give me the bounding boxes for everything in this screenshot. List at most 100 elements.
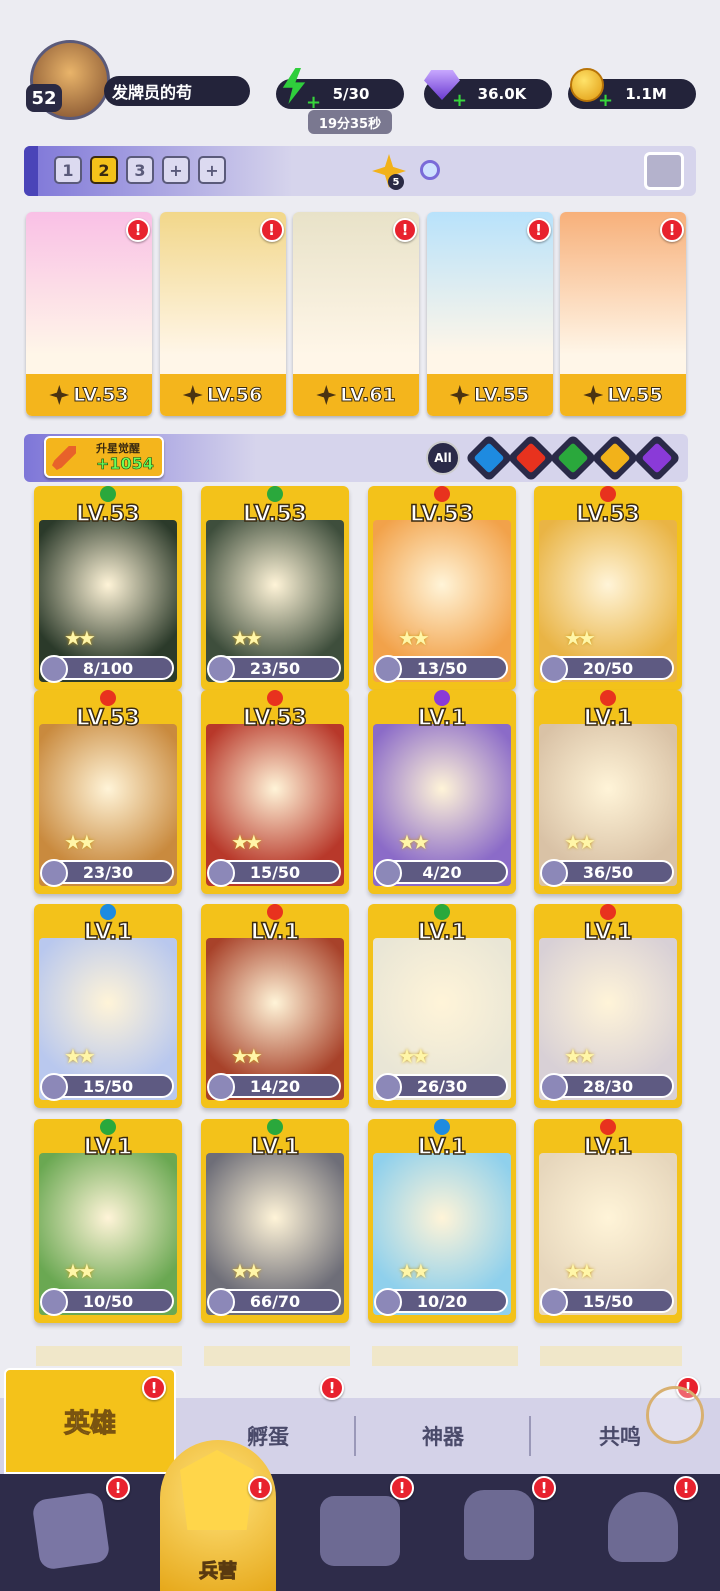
filter-water-swatch: [473, 442, 505, 474]
shard-icon: [40, 859, 68, 887]
search-icon[interactable]: [420, 160, 440, 180]
team-tab-3[interactable]: 3: [126, 156, 154, 184]
hero-card[interactable]: LV.1 ★★ 4/20: [368, 690, 516, 894]
hero-shard-text: 15/50: [582, 1291, 634, 1311]
hero-card[interactable]: LV.1 ★★ 26/30: [368, 904, 516, 1108]
nav-map-icon[interactable]: [320, 1496, 400, 1566]
hero-level: LV.1: [250, 1134, 300, 1161]
element-nature-icon: [434, 904, 450, 920]
team-tab-4[interactable]: +: [162, 156, 190, 184]
hero-card[interactable]: LV.1 ★★ 10/50: [34, 1119, 182, 1323]
hero-card[interactable]: LV.1 ★★ 15/50: [534, 1119, 682, 1323]
sub-tab-eggs-alert: !: [320, 1376, 344, 1400]
hero-level: LV.53: [242, 501, 308, 528]
hero-shard-progress: 15/50: [40, 1073, 174, 1101]
shard-icon: [207, 1073, 235, 1101]
team-hero-level: LV.55: [426, 374, 553, 416]
shard-icon: [374, 859, 402, 887]
element-fire-icon: [434, 486, 450, 502]
team-hero-card[interactable]: LV.61: [293, 212, 419, 416]
team-tabs: 1 2 3 + +: [54, 156, 226, 184]
shard-icon: [207, 1288, 235, 1316]
element-fire-icon: [600, 486, 616, 502]
gold-plus-icon[interactable]: +: [598, 90, 613, 111]
team-hero-level-text: LV.61: [340, 384, 396, 407]
hero-shard-progress: 36/50: [540, 859, 674, 887]
team-hero-card[interactable]: LV.53: [26, 212, 152, 416]
hero-card[interactable]: LV.1 ★★ 66/70: [201, 1119, 349, 1323]
hero-shard-progress: 23/30: [40, 859, 174, 887]
shard-icon: [540, 655, 568, 683]
hero-shard-text: 15/50: [82, 1076, 134, 1096]
hero-level: LV.1: [417, 919, 467, 946]
hero-shard-progress: 10/20: [374, 1288, 508, 1316]
hero-shard-text: 23/50: [249, 658, 301, 678]
filter-fire-swatch: [515, 442, 547, 474]
shard-icon: [540, 859, 568, 887]
hero-shard-progress: 13/50: [374, 655, 508, 683]
shard-icon: [40, 1073, 68, 1101]
sub-tab-2[interactable]: 神器: [355, 1398, 531, 1474]
hero-shard-progress: 10/50: [40, 1288, 174, 1316]
share-icon[interactable]: [644, 152, 684, 190]
shard-icon: [40, 655, 68, 683]
hero-shard-text: 26/30: [416, 1076, 468, 1096]
gem-plus-icon[interactable]: +: [452, 90, 467, 111]
hero-card[interactable]: LV.53 ★★ 23/50: [201, 486, 349, 690]
hero-card[interactable]: LV.53 ★★ 23/30: [34, 690, 182, 894]
hero-card[interactable]: LV.53 ★★ 15/50: [201, 690, 349, 894]
hero-stars: ★★: [398, 626, 430, 650]
hero-card[interactable]: LV.1 ★★ 15/50: [34, 904, 182, 1108]
hero-shard-text: 10/20: [416, 1291, 468, 1311]
nav-shrine-icon[interactable]: [464, 1490, 534, 1560]
hero-card[interactable]: LV.53 ★★ 13/50: [368, 486, 516, 690]
hero-card[interactable]: LV.53 ★★ 8/100: [34, 486, 182, 690]
hero-shard-text: 4/20: [422, 862, 462, 882]
hero-shard-text: 36/50: [582, 862, 634, 882]
nav-mushroom-icon[interactable]: [608, 1492, 678, 1562]
team-hero-alert: !: [660, 218, 684, 242]
team-tab-2[interactable]: 2: [90, 156, 118, 184]
team-hero-card[interactable]: LV.56: [159, 212, 286, 416]
hero-shard-progress: 20/50: [540, 655, 674, 683]
hero-card[interactable]: LV.1 ★★ 36/50: [534, 690, 682, 894]
team-hero-card[interactable]: LV.55: [426, 212, 553, 416]
element-fire-icon: [600, 690, 616, 706]
hero-card[interactable]: LV.1 ★★ 10/20: [368, 1119, 516, 1323]
hero-shard-text: 20/50: [582, 658, 634, 678]
nav-cards-icon[interactable]: [31, 1491, 111, 1571]
team-hero-alert: !: [126, 218, 150, 242]
hero-stars: ★★: [398, 1044, 430, 1068]
shard-icon: [374, 655, 402, 683]
hero-card[interactable]: LV.53 ★★ 20/50: [534, 486, 682, 690]
element-fire-icon: [100, 690, 116, 706]
player-name[interactable]: 发牌员的苟: [104, 76, 250, 106]
team-tab-5[interactable]: +: [198, 156, 226, 184]
team-hero-level-text: LV.55: [473, 384, 530, 407]
shard-icon: [40, 1288, 68, 1316]
shard-icon: [207, 859, 235, 887]
hero-level: LV.1: [583, 919, 633, 946]
hero-level: LV.53: [75, 705, 141, 732]
hero-level: LV.53: [575, 501, 641, 528]
hero-shard-text: 15/50: [249, 862, 301, 882]
team-hero-card[interactable]: LV.55: [560, 212, 686, 416]
team-hero-alert: !: [259, 218, 284, 242]
filter-dark-swatch: [641, 442, 673, 474]
awaken-button[interactable]: 升星觉醒 +1054: [44, 436, 164, 478]
hero-stars: ★★: [231, 1259, 263, 1283]
hero-shard-text: 66/70: [249, 1291, 301, 1311]
hero-card[interactable]: LV.1 ★★ 28/30: [534, 904, 682, 1108]
element-fire-icon: [600, 1119, 616, 1135]
hero-card[interactable]: LV.1 ★★ 14/20: [201, 904, 349, 1108]
hero-shard-progress: 15/50: [540, 1288, 674, 1316]
float-ring-button[interactable]: [646, 1386, 704, 1444]
filter-all-button[interactable]: All: [426, 441, 460, 475]
nav-barracks-alert: !: [248, 1476, 272, 1500]
element-fire-icon: [267, 904, 283, 920]
element-fire-icon: [600, 904, 616, 920]
hero-shard-progress: 4/20: [374, 859, 508, 887]
team-tab-1[interactable]: 1: [54, 156, 82, 184]
hero-shard-text: 14/20: [249, 1076, 301, 1096]
team-hero-level: LV.61: [293, 374, 419, 416]
